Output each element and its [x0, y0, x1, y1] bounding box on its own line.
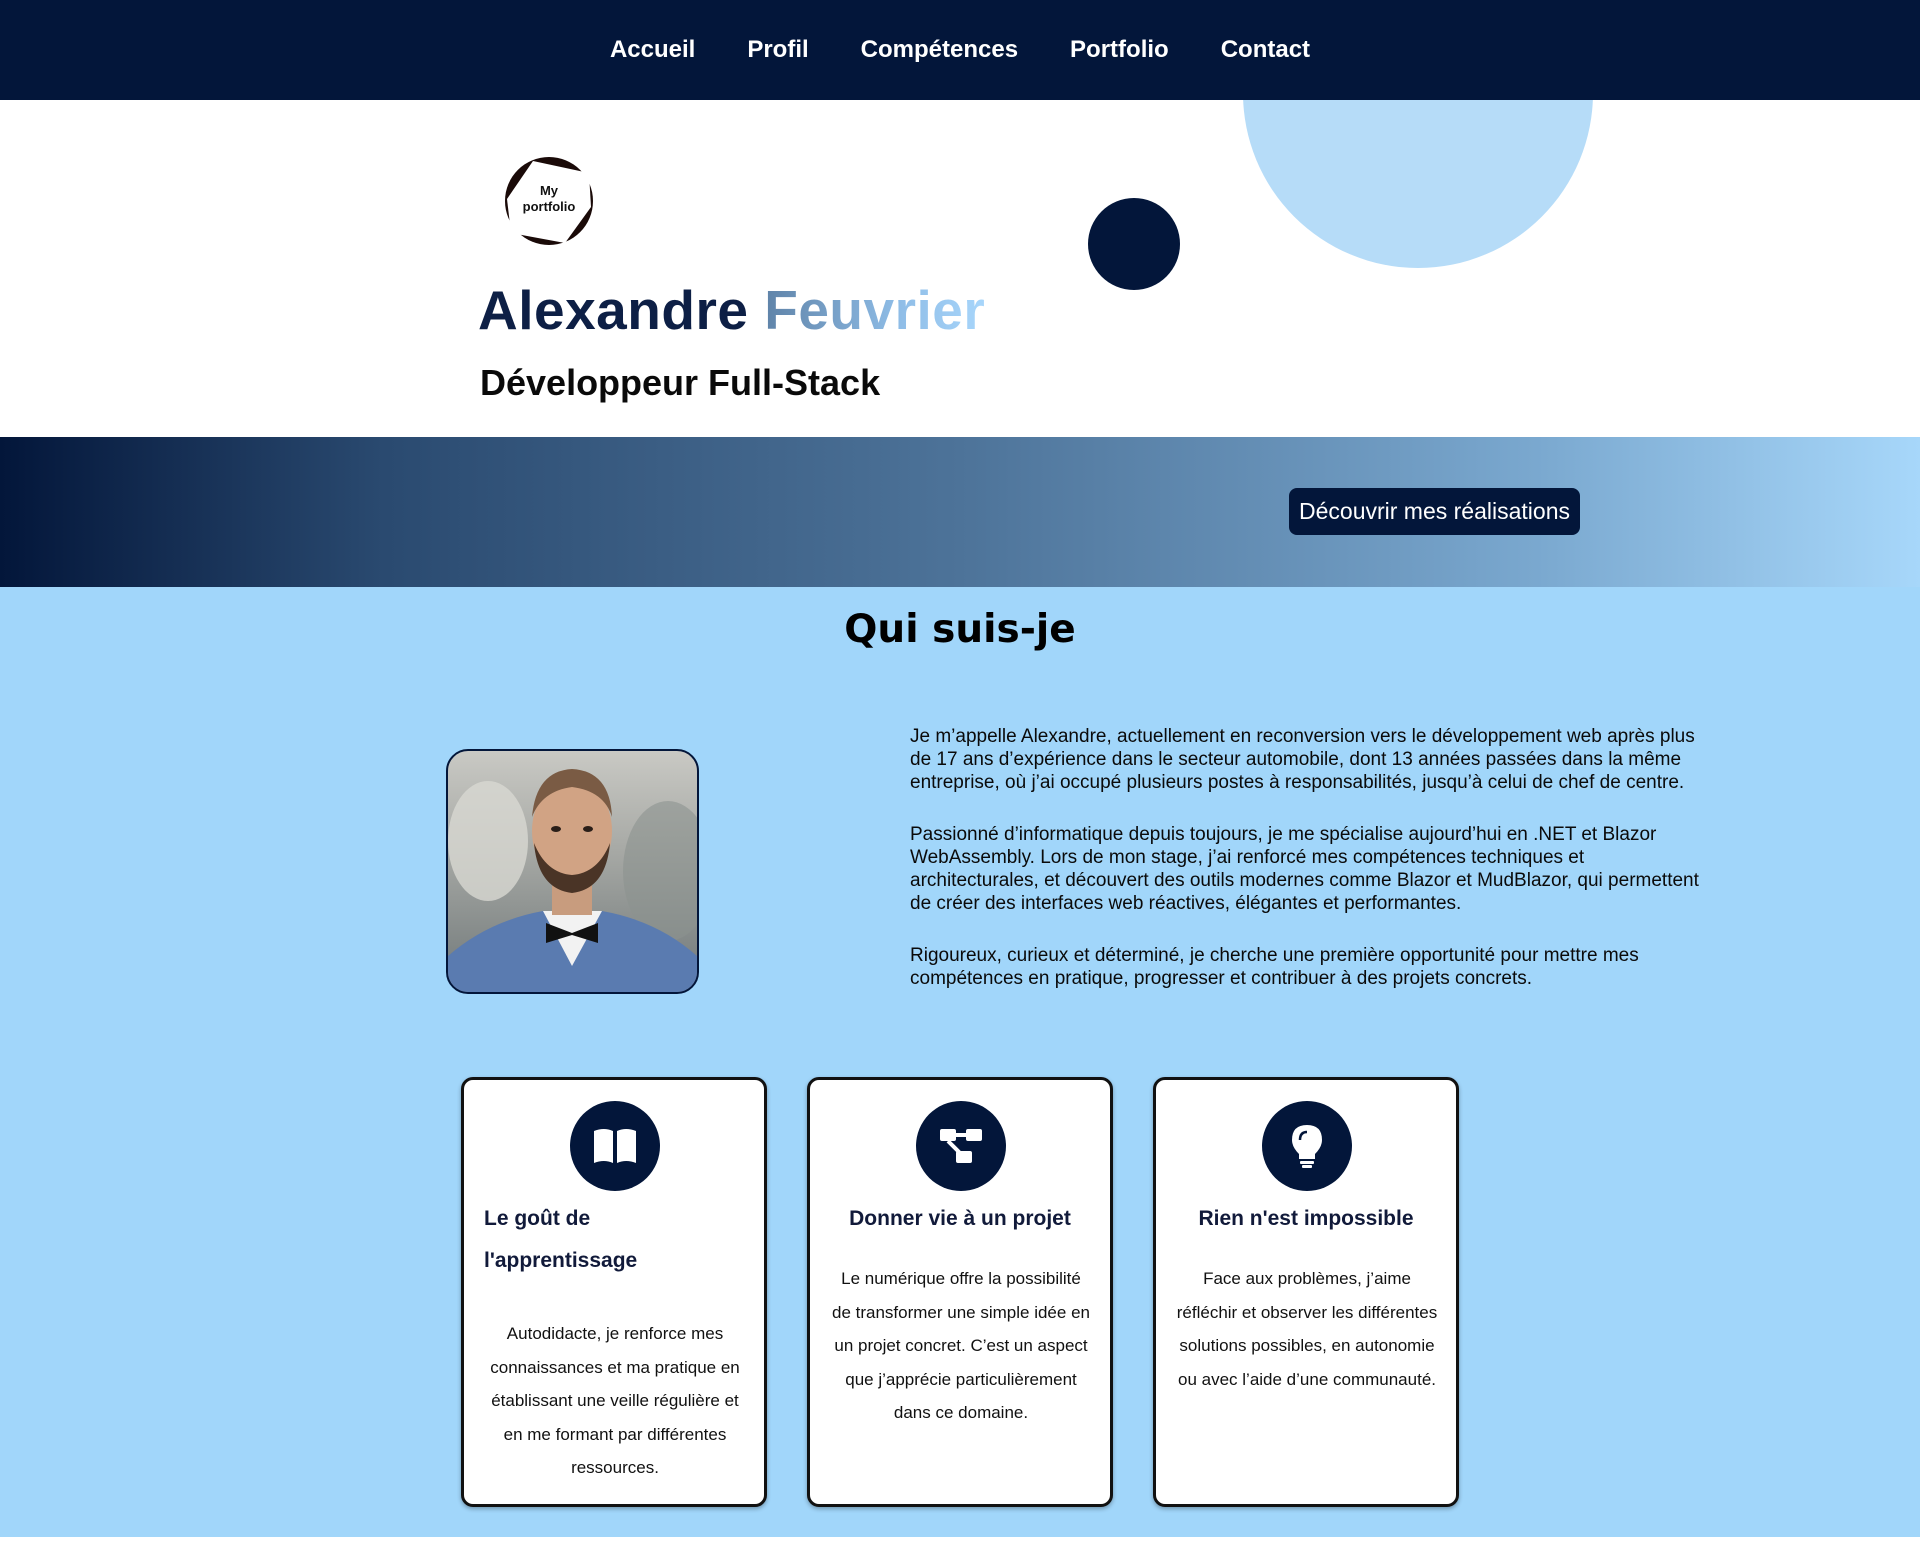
logo-text: My portfolio	[503, 183, 595, 215]
card-title: Rien n'est impossible	[1198, 1207, 1414, 1230]
hero-first-name: Alexandre	[478, 279, 749, 341]
card-text: Face aux problèmes, j’aime réfléchir et …	[1176, 1269, 1438, 1389]
discover-projects-button[interactable]: Découvrir mes réalisations	[1289, 488, 1580, 535]
nav-link-contact[interactable]: Contact	[1221, 36, 1310, 64]
decorative-small-circle	[1088, 198, 1180, 290]
card-title: Donner vie à un projet	[849, 1207, 1071, 1230]
bio-paragraph: Rigoureux, curieux et déterminé, je cher…	[910, 945, 1639, 989]
decorative-large-circle	[1243, 100, 1593, 268]
logo-line-2: portfolio	[522, 199, 576, 214]
about-section: Qui suis-je Je m’appelle Alexandre, actu…	[0, 587, 1920, 1537]
card-title: Le goût de l'apprentissage	[484, 1207, 638, 1272]
nav-link-profil[interactable]: Profil	[747, 36, 808, 64]
value-card-project: Donner vie à un projet Le numérique offr…	[807, 1077, 1113, 1507]
bio-paragraph: Passionné d’informatique depuis toujours…	[910, 824, 1699, 914]
card-text: Le numérique offre la possibilité de tra…	[832, 1269, 1090, 1422]
hero-last-name: Feuvrier	[764, 279, 986, 341]
about-bio: Je m’appelle Alexandre, actuellement en …	[910, 725, 1710, 1019]
hero-name: Alexandre Feuvrier	[478, 278, 985, 342]
profile-photo-illustration	[448, 769, 697, 992]
nav-link-accueil[interactable]: Accueil	[610, 36, 695, 64]
about-title: Qui suis-je	[844, 607, 1076, 652]
nav-link-portfolio[interactable]: Portfolio	[1070, 36, 1169, 64]
portfolio-logo: My portfolio	[503, 155, 595, 247]
book-icon	[570, 1101, 660, 1191]
top-navbar: Accueil Profil Compétences Portfolio Con…	[0, 0, 1920, 100]
card-text: Autodidacte, je renforce mes connaissanc…	[490, 1324, 740, 1477]
hero-subtitle: Développeur Full-Stack	[480, 362, 881, 403]
profile-photo	[446, 749, 699, 994]
nav-link-competences[interactable]: Compétences	[861, 36, 1018, 64]
lightbulb-icon	[1262, 1101, 1352, 1191]
bio-paragraph: Je m’appelle Alexandre, actuellement en …	[910, 726, 1695, 793]
gradient-banner	[0, 437, 1920, 587]
project-diagram-icon	[916, 1101, 1006, 1191]
value-card-learning: Le goût de l'apprentissage Autodidacte, …	[461, 1077, 767, 1507]
value-card-impossible: Rien n'est impossible Face aux problèmes…	[1153, 1077, 1459, 1507]
logo-line-1: My	[539, 183, 559, 198]
